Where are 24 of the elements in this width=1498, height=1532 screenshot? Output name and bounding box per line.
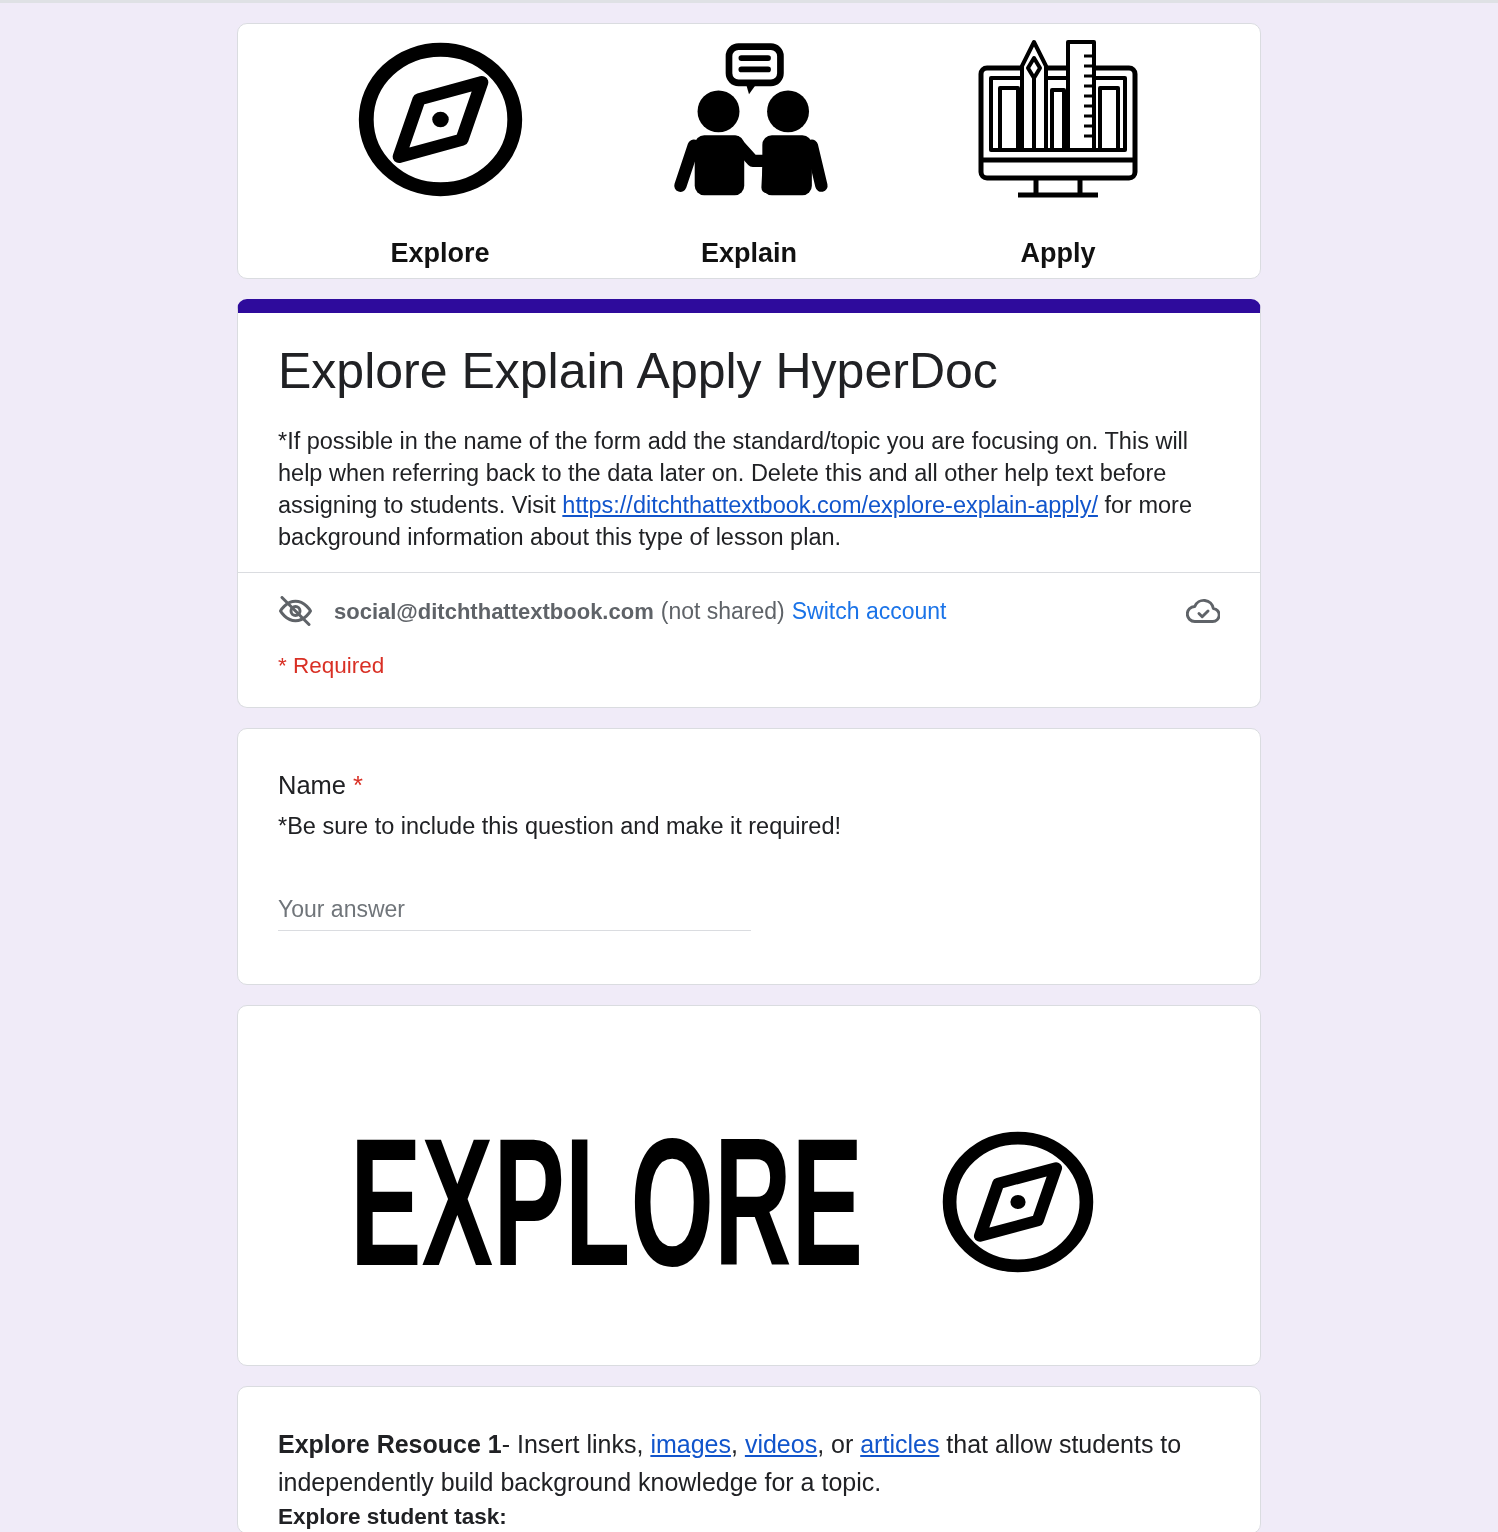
question-title: Name * — [278, 770, 364, 801]
resource-link[interactable]: articles — [860, 1430, 940, 1458]
resource-text: Explore Resouce 1- Insert links, images, videos, or articles that allow students to independently build background knowledge for a topic. — [278, 1429, 1183, 1498]
resource-link[interactable]: images — [650, 1430, 731, 1458]
cloud-check-icon — [1186, 598, 1220, 624]
task-heading: Explore student task: — [278, 1503, 508, 1531]
compass-icon — [942, 1131, 1094, 1273]
required-notice: * Required — [278, 652, 386, 680]
answer-field[interactable]: Your answer — [278, 889, 751, 931]
monitor-pencil-ruler-icon — [978, 38, 1138, 200]
banner-label: Apply — [1020, 238, 1096, 268]
switch-account-link[interactable]: Switch account — [791, 593, 947, 629]
banner-label: Explore — [390, 238, 490, 268]
banner-label: Explain — [701, 238, 797, 268]
sharing-note: (not shared) — [660, 596, 785, 626]
website-link[interactable]: https://ditchthattextbook.com/explore-explain-apply/ — [562, 492, 1098, 518]
eye-slash-icon — [278, 596, 313, 626]
compass-icon — [357, 41, 523, 197]
image-heading: EXPLORE — [350, 1129, 864, 1275]
form-description: *If possible in the name of the form add the standard/topic you are focusing on. This will help when referring back to the data later on. Delete this and all other help text before assigning to students. Visit https://ditchthattextbook.com/explore-explain-apply/ for more background information about this type of lesson plan. — [278, 427, 1193, 552]
account-email: social@ditchthattextbook.com — [334, 597, 654, 626]
question-description: *Be sure to include this question and make it required! — [278, 812, 843, 841]
form-title: Explore Explain Apply HyperDoc — [278, 342, 999, 401]
resource-link[interactable]: videos — [744, 1430, 818, 1458]
